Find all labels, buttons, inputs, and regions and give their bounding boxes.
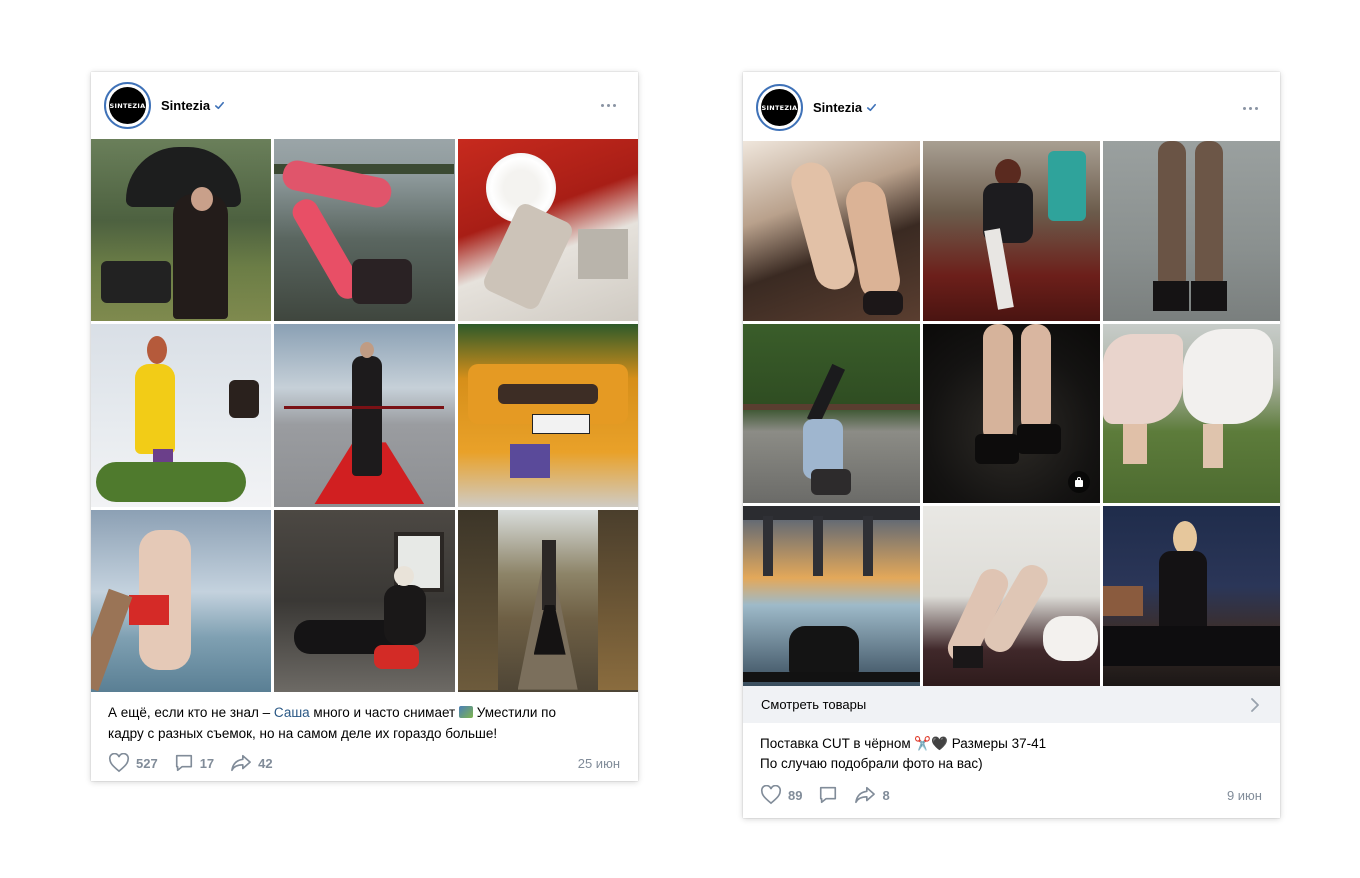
caption-text: Поставка CUT в чёрном ✂️🖤 Размеры 37-41	[760, 736, 1047, 751]
shopping-bag-icon[interactable]	[1068, 471, 1090, 494]
comment-count: 17	[199, 755, 215, 771]
author-label: Sintezia	[161, 98, 211, 113]
share-icon	[855, 786, 876, 804]
photo-bridge-sunset[interactable]	[743, 506, 920, 686]
like-count: 89	[788, 787, 803, 803]
photo-grid	[91, 139, 638, 692]
photo-grid	[743, 141, 1280, 686]
author-name[interactable]: Sintezia	[161, 98, 225, 113]
comment-icon	[175, 754, 192, 772]
more-options-icon[interactable]	[601, 104, 616, 107]
photo-girl-table[interactable]	[923, 141, 1100, 321]
post-card-2: SINTEZIA Sintezia Смотреть товары Постав…	[743, 72, 1280, 818]
post-date[interactable]: 9 июн	[1227, 788, 1262, 803]
photo-yellow-dress-snow[interactable]	[91, 324, 272, 507]
photo-legs-sandals[interactable]	[743, 141, 920, 321]
photo-handstand[interactable]	[743, 323, 920, 504]
caption-text: Уместили по	[472, 705, 556, 720]
photo-legs-closeup[interactable]	[1103, 141, 1280, 321]
photo-feet-water[interactable]	[923, 323, 1100, 504]
share-button[interactable]: 8	[854, 785, 890, 805]
caption-text: По случаю подобрали фото на вас)	[760, 756, 983, 771]
photo-red-tights-water[interactable]	[274, 139, 455, 322]
avatar-logo: SINTEZIA	[109, 87, 146, 124]
post-actions: 89 8 9 июн	[760, 785, 1262, 805]
avatar-logo: SINTEZIA	[761, 89, 798, 126]
photo-red-carpet[interactable]	[274, 324, 455, 507]
chevron-right-icon	[1251, 697, 1259, 712]
comment-icon	[820, 786, 837, 804]
verified-icon	[867, 103, 877, 112]
comment-button[interactable]	[818, 785, 838, 805]
post-header: SINTEZIA Sintezia	[743, 72, 1280, 141]
photo-white-collar[interactable]	[457, 139, 638, 322]
photo-night-railing[interactable]	[1103, 506, 1280, 686]
author-name[interactable]: Sintezia	[813, 100, 877, 115]
share-count: 42	[258, 755, 273, 771]
post-header: SINTEZIA Sintezia	[91, 72, 638, 139]
view-products-button[interactable]: Смотреть товары	[743, 686, 1280, 723]
share-count: 8	[882, 787, 890, 803]
caption-text: А ещё, если кто не знал –	[108, 705, 274, 720]
post-date[interactable]: 25 июн	[578, 756, 620, 771]
author-label: Sintezia	[813, 100, 863, 115]
post-card-1: SINTEZIA Sintezia А ещё, если кто не зна…	[91, 72, 638, 781]
avatar[interactable]: SINTEZIA	[104, 82, 151, 129]
heart-icon	[760, 785, 782, 805]
comment-button[interactable]: 17	[174, 753, 214, 773]
like-count: 527	[136, 755, 158, 771]
more-options-icon[interactable]	[1243, 107, 1258, 110]
post-caption: Поставка CUT в чёрном ✂️🖤 Размеры 37-41 …	[760, 734, 1264, 774]
caption-text: кадру с разных съемок, но на самом деле …	[108, 726, 498, 741]
like-button[interactable]: 89	[760, 785, 802, 805]
post-caption: А ещё, если кто не знал – Саша много и ч…	[108, 702, 622, 744]
photo-lying-white[interactable]	[923, 506, 1100, 686]
caption-text: много и часто снимает	[309, 705, 456, 720]
view-products-label: Смотреть товары	[761, 697, 867, 712]
photo-white-skirts[interactable]	[1103, 323, 1280, 504]
photo-railway[interactable]	[457, 509, 638, 692]
photo-red-suit-room[interactable]	[274, 509, 455, 692]
avatar[interactable]: SINTEZIA	[756, 84, 803, 131]
verified-icon	[215, 101, 225, 110]
photo-umbrella[interactable]	[91, 139, 272, 322]
post-actions: 527 17 42 25 июн	[108, 753, 620, 773]
heart-icon	[108, 753, 130, 773]
photo-ice-hole[interactable]	[91, 509, 272, 692]
like-button[interactable]: 527	[108, 753, 158, 773]
share-button[interactable]: 42	[230, 753, 273, 773]
share-icon	[231, 754, 252, 772]
photo-yellow-car[interactable]	[457, 324, 638, 507]
author-mention-link[interactable]: Саша	[274, 705, 310, 720]
camera-emoji-icon	[458, 706, 473, 718]
